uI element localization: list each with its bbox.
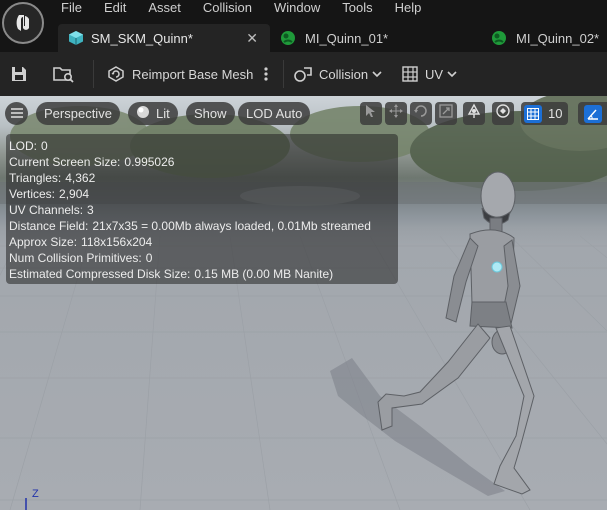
menu-tools[interactable]: Tools [331,0,383,16]
stat-screen-size: Current Screen Size: 0.995026 [9,155,175,169]
material-instance-icon [491,30,507,46]
chevron-down-icon [447,70,457,78]
static-mesh-icon [68,30,84,46]
rotate-icon [414,104,428,123]
translate-mode-button[interactable] [385,102,407,125]
scale-mode-button[interactable] [435,102,457,125]
angle-icon [583,104,602,123]
chevron-down-icon [372,70,382,78]
rotation-snap-toggle[interactable] [578,102,607,125]
collision-label: Collision [319,66,369,82]
stat-distance-field: Distance Field: 21x7x35 = 0.00Mb always l… [9,219,371,233]
quinn-mannequin [377,171,535,495]
stat-triangles: Triangles: 4,362 [9,171,96,185]
close-icon[interactable]: ✕ [246,30,258,47]
menu-collision[interactable]: Collision [192,0,263,16]
collision-icon [294,65,314,83]
move-arrows-icon [389,104,403,123]
uv-grid-icon [401,65,419,83]
asset-toolbar: Reimport Base Mesh Collision UV [0,52,607,96]
tab-mi-quinn-01[interactable]: MI_Quinn_01* [278,24,478,52]
lod-auto-button[interactable]: LOD Auto [238,102,311,125]
stat-vertices: Vertices: 2,904 [9,187,90,201]
lod-label: LOD Auto [246,106,303,121]
menu-asset[interactable]: Asset [137,0,192,16]
rotate-mode-button[interactable] [410,102,432,125]
more-options-button[interactable] [263,60,269,88]
menu-edit[interactable]: Edit [93,0,137,16]
toolbar-divider [93,60,94,88]
globe-icon [466,103,482,124]
toolbar-divider [283,60,284,88]
browse-asset-button[interactable] [53,60,75,88]
snap-surface-icon [495,103,511,124]
perspective-button[interactable]: Perspective [36,102,120,125]
coordinate-system-button[interactable] [463,102,485,125]
cursor-icon [365,104,377,123]
lit-label: Lit [156,106,170,121]
perspective-label: Perspective [44,106,112,121]
stat-disk-size: Estimated Compressed Disk Size: 0.15 MB (… [9,267,334,281]
save-icon [10,65,28,83]
reimport-base-mesh-button[interactable]: Reimport Base Mesh [107,60,253,88]
uv-dropdown[interactable]: UV [401,60,457,88]
show-button[interactable]: Show [186,102,235,125]
scale-icon [439,104,453,123]
stat-lod: LOD: 0 [9,139,48,153]
grid-snap-value: 10 [548,106,563,121]
tab-mi-quinn-02[interactable]: MI_Quinn_02* [489,24,607,52]
show-label: Show [194,106,227,121]
material-instance-icon [280,30,296,46]
tab-label: SM_SKM_Quinn* [91,30,193,46]
lit-mode-button[interactable]: Lit [128,102,178,125]
lit-sphere-icon [136,105,150,122]
menu-file[interactable]: File [50,0,93,16]
unreal-logo-icon[interactable] [2,2,44,44]
grid-snap-toggle[interactable]: 10 [521,102,569,125]
tab-sm-skm-quinn[interactable]: SM_SKM_Quinn* ✕ [58,24,270,52]
select-mode-button[interactable] [360,102,382,125]
stat-collision-primitives: Num Collision Primitives: 0 [9,251,153,265]
mesh-stats-overlay: LOD: 0 Current Screen Size: 0.995026 Trian… [6,134,398,284]
kebab-menu-icon [263,65,269,83]
character-shadow [330,358,505,496]
menu-help[interactable]: Help [384,0,433,16]
surface-snapping-button[interactable] [492,102,514,125]
hamburger-menu-icon [10,105,23,123]
tab-label: MI_Quinn_02* [516,30,600,46]
mesh-viewport[interactable]: Perspective Lit Show LOD Auto 10 LOD: 0 … [0,96,607,510]
stat-approx-size: Approx Size: 118x156x204 [9,235,153,249]
menu-window[interactable]: Window [263,0,331,16]
uv-label: UV [425,66,444,82]
stat-uv-channels: UV Channels: 3 [9,203,94,217]
reimport-label: Reimport Base Mesh [132,66,254,82]
reimport-icon [107,65,125,83]
menu-bar: File Edit Asset Collision Window Tools H… [50,0,432,16]
axis-indicator: Z [24,488,45,510]
tab-label: MI_Quinn_01* [305,30,389,46]
grid-icon [524,104,542,123]
folder-search-icon [53,65,75,83]
collision-dropdown[interactable]: Collision [294,60,382,88]
save-button[interactable] [10,60,28,88]
axis-z-label: Z [32,488,39,500]
viewport-options-button[interactable] [5,102,28,125]
